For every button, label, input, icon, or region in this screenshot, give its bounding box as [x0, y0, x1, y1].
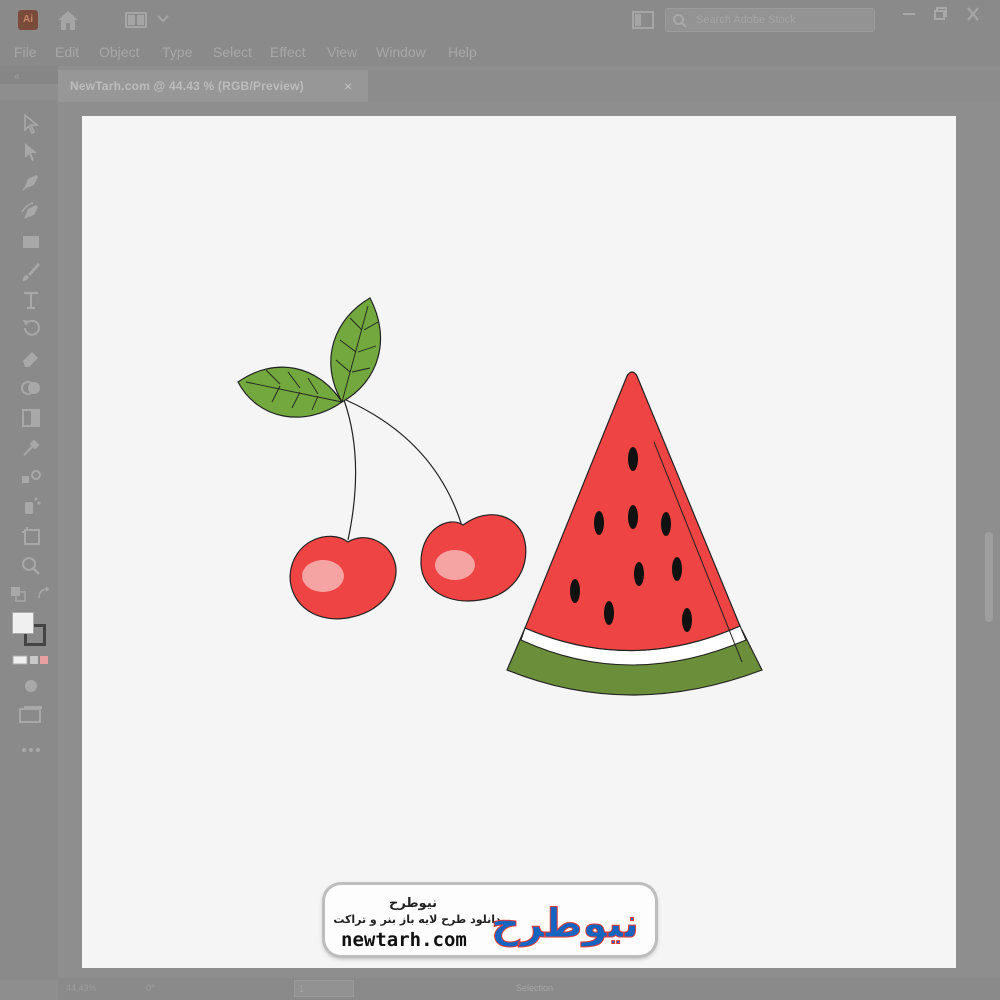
- watermark-logo-fa: نیوطرح: [491, 901, 639, 947]
- cherry-stem-right: [345, 399, 463, 527]
- cherry-stem-left: [343, 399, 357, 541]
- rotation-value[interactable]: 0°: [146, 983, 155, 993]
- status-mode[interactable]: Selection: [516, 983, 553, 993]
- artboard-number-field[interactable]: 1: [294, 980, 354, 997]
- cherry-right-highlight: [435, 550, 475, 580]
- zoom-level[interactable]: 44.43%: [66, 983, 97, 993]
- right-panel-strip: [975, 102, 1000, 980]
- artwork[interactable]: [0, 0, 1000, 1000]
- cherry-left-highlight: [302, 560, 344, 592]
- status-bar: 44.43% 0° 1 Selection: [58, 978, 1000, 1000]
- watermark-badge: نیوطرح دانلود طرح لایه باز بنر و تراکت n…: [325, 885, 655, 955]
- watermark-url: newtarh.com: [341, 929, 467, 951]
- vertical-scrollbar[interactable]: [985, 532, 993, 622]
- watermark-brand-fa: نیوطرح: [389, 896, 437, 911]
- newtarh-logo: نیوطرح دانلود طرح لایه باز بنر و تراکت n…: [333, 896, 639, 951]
- cherry-right: [420, 514, 527, 602]
- watermark-tagline: دانلود طرح لایه باز بنر و تراکت: [333, 913, 501, 926]
